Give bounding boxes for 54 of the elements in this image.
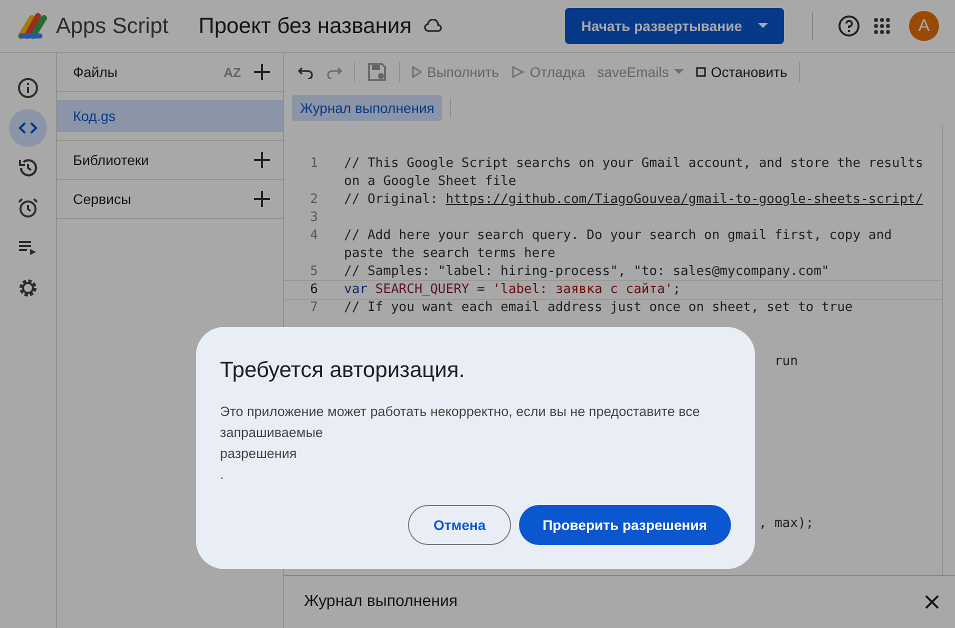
- play-icon: [412, 66, 422, 78]
- deploy-button[interactable]: Начать развертывание: [565, 8, 784, 44]
- code-line: // Original: https://github.com/TiagoGouvea/gmail-to-google-sheets-script/: [344, 191, 924, 209]
- code-line: // If you want each email address just once on sheet, set to true: [344, 299, 854, 317]
- info-icon: [17, 77, 39, 99]
- code-line: run: [774, 353, 798, 371]
- list-play-icon: [18, 240, 38, 256]
- run-button[interactable]: Выполнить: [412, 64, 499, 80]
- line-number: 2: [309, 191, 319, 209]
- dialog-title: Требуется авторизация.: [220, 357, 466, 383]
- code-line: // Samples: "label: hiring-process", "to: sales@mycompany.com": [344, 263, 830, 281]
- log-panel-title: Журнал выполнения: [304, 593, 458, 611]
- line-number: 5: [309, 263, 319, 281]
- review-permissions-button[interactable]: Проверить разрешения: [518, 505, 731, 545]
- apps-grid-icon[interactable]: [873, 17, 891, 35]
- undo-icon[interactable]: [298, 65, 314, 79]
- section-title: Сервисы: [73, 191, 132, 207]
- rail-button[interactable]: [9, 109, 47, 147]
- logo-icon: [18, 12, 50, 40]
- settings-icon: [17, 277, 39, 299]
- section-title: Библиотеки: [73, 152, 150, 168]
- add-icon[interactable]: [253, 190, 271, 208]
- project-title[interactable]: Проект без названия: [198, 13, 412, 39]
- caret-icon: [758, 23, 768, 29]
- history-icon: [17, 157, 39, 179]
- cloud-icon: [424, 19, 442, 33]
- code-line: // Add here your search query. Do your search on gmail first, copy and paste the search terms here: [344, 227, 893, 263]
- stop-button[interactable]: Остановить: [696, 64, 788, 80]
- dialog-message: Это приложение может работать некорректно, если вы не предоставите все запрашиваемые разрешения .: [220, 403, 701, 484]
- function-dropdown[interactable]: saveEmails: [597, 64, 684, 80]
- line-number: 7: [309, 299, 319, 317]
- section-title: Файлы: [73, 64, 118, 80]
- code-line: var SEARCH_QUERY = 'label: заявка с сайта';: [344, 281, 682, 299]
- cancel-button[interactable]: Отмена: [408, 505, 511, 545]
- debug-button[interactable]: Отладка: [510, 64, 586, 80]
- line-number: 3: [309, 209, 319, 227]
- line-number: 4: [309, 227, 319, 245]
- code-line: , max);: [758, 515, 814, 533]
- avatar[interactable]: A: [909, 11, 939, 41]
- tab[interactable]: Журнал выполнения: [292, 95, 442, 121]
- code-icon: [18, 121, 38, 135]
- alarm-clock-icon: [17, 197, 39, 219]
- app-name: Apps Script: [56, 13, 168, 39]
- caret-icon: [674, 69, 684, 75]
- debug-icon: [510, 65, 525, 79]
- line-number: 6: [309, 281, 319, 299]
- add-icon[interactable]: [253, 63, 271, 81]
- stop-icon: [696, 67, 706, 77]
- sort-button[interactable]: AZ: [224, 64, 241, 80]
- file-item[interactable]: Код.gs: [57, 100, 283, 132]
- add-icon[interactable]: [253, 151, 271, 169]
- help-icon[interactable]: [837, 14, 861, 38]
- close-icon[interactable]: [925, 595, 939, 609]
- line-number: 1: [309, 155, 319, 173]
